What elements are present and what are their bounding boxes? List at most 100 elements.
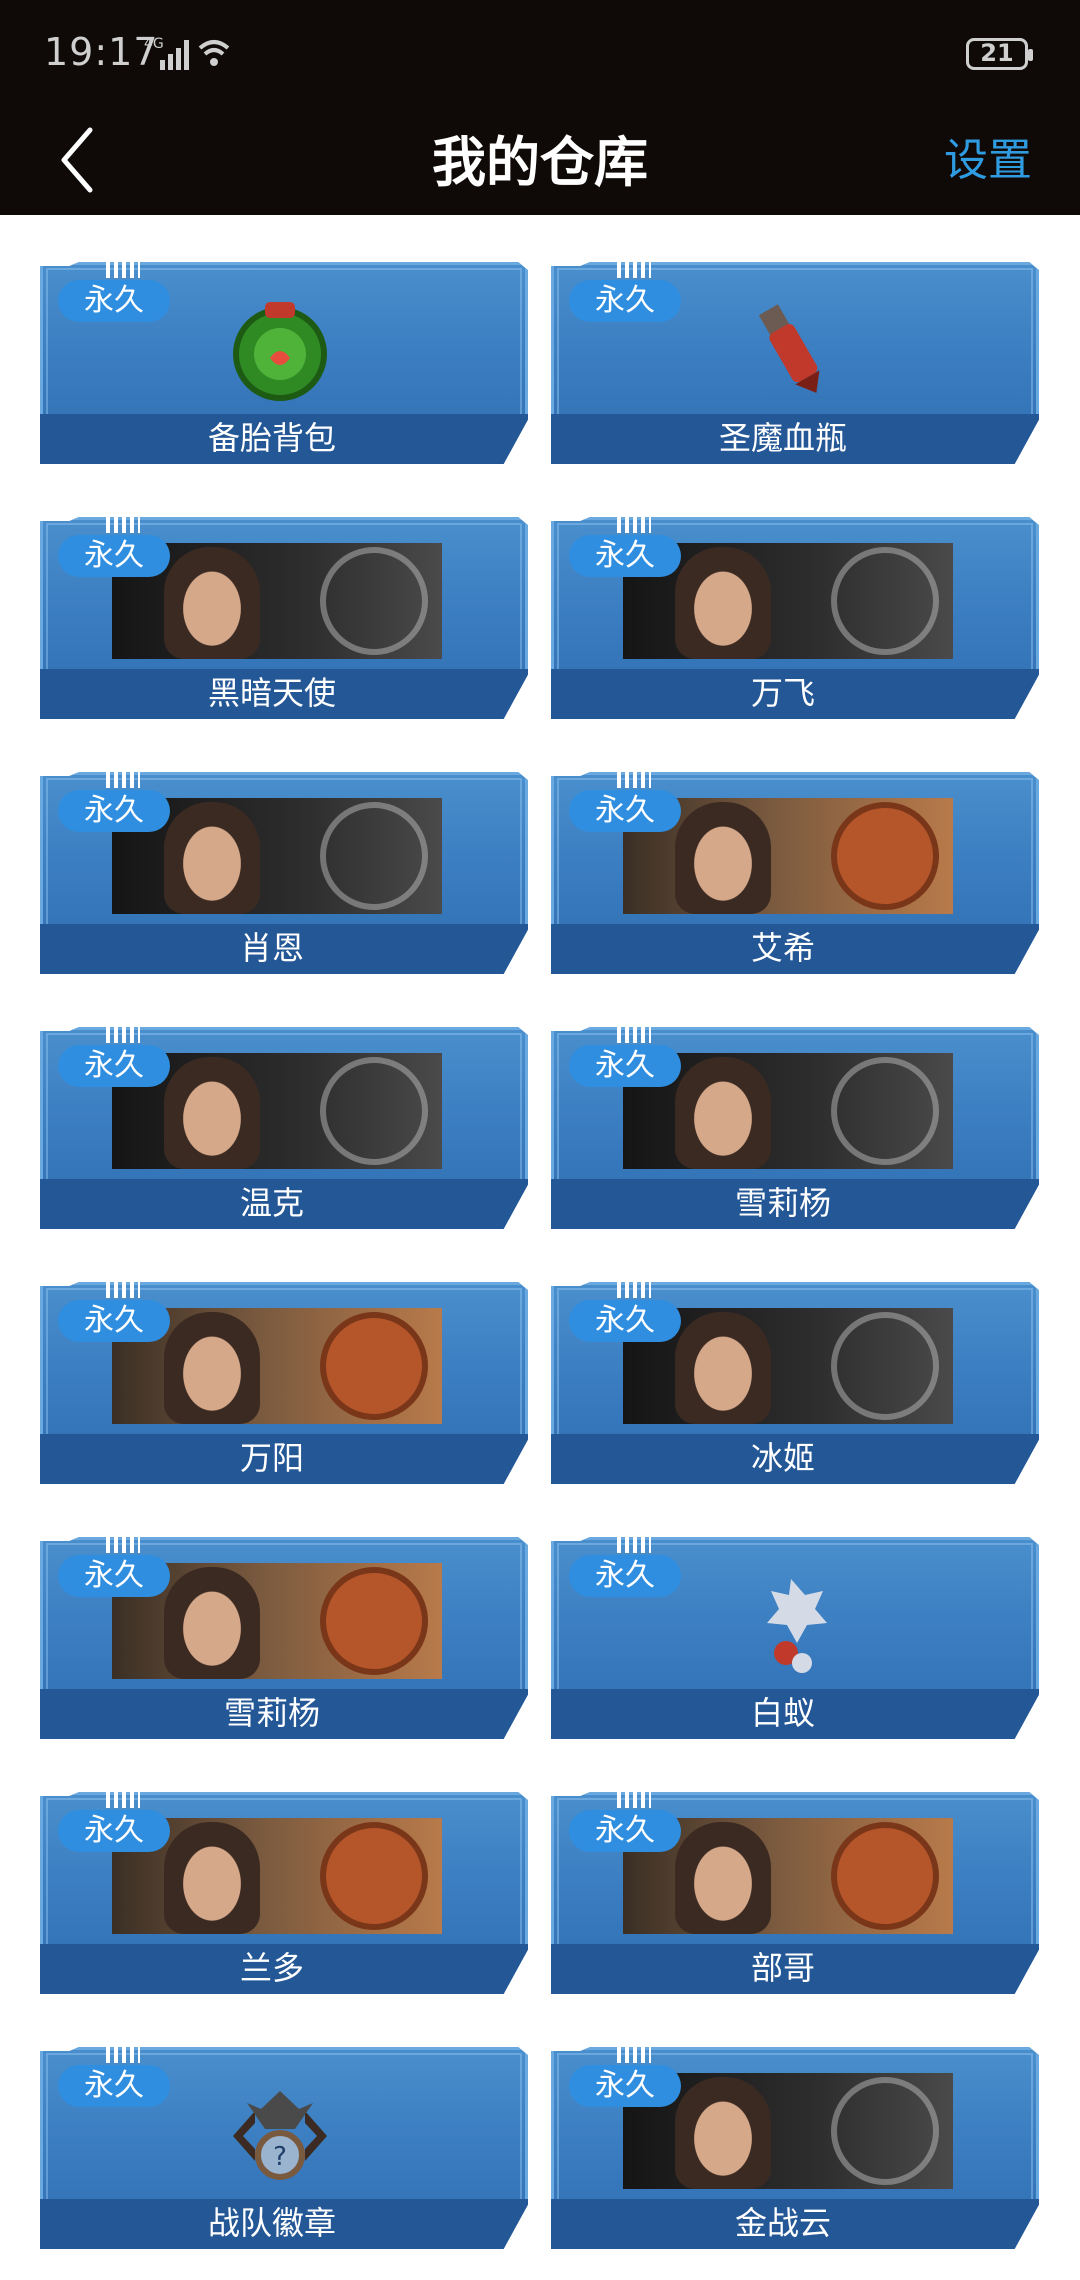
card-ticks [617, 1280, 651, 1298]
item-name: 雪莉杨 [734, 1184, 831, 1222]
permanent-badge: 永久 [58, 280, 170, 322]
permanent-badge: 永久 [569, 535, 681, 577]
inventory-card[interactable]: 永久万飞 [551, 515, 1039, 719]
permanent-badge: 永久 [58, 1810, 170, 1852]
pet-figure-icon [767, 1579, 827, 1673]
card-ticks [617, 1535, 651, 1553]
inventory-card[interactable]: 永久雪莉杨 [551, 1025, 1039, 1229]
inventory-card[interactable]: 永久黑暗天使 [40, 515, 528, 719]
inventory-card[interactable]: 永久雪莉杨 [40, 1535, 528, 1739]
card-ticks [617, 770, 651, 788]
character-face [675, 1057, 771, 1169]
character-face [164, 1822, 260, 1934]
item-name: 圣魔血瓶 [718, 419, 847, 457]
character-face [675, 802, 771, 914]
item-name: 万飞 [750, 674, 815, 712]
permanent-badge: 永久 [569, 790, 681, 832]
character-face [164, 547, 260, 659]
item-name: 冰姬 [750, 1439, 815, 1477]
card-ticks [617, 1790, 651, 1808]
rank-emblem-icon [831, 802, 939, 910]
card-ticks [106, 515, 140, 533]
battery-level: 21 [980, 39, 1014, 67]
header: 我的仓库 设置 [0, 110, 1080, 215]
page-title: 我的仓库 [432, 131, 648, 194]
item-name: 战队徽章 [207, 2204, 336, 2242]
inventory-card[interactable]: 永久备胎背包 [40, 260, 528, 464]
rank-emblem-icon [320, 1057, 428, 1165]
permanent-badge: 永久 [569, 1300, 681, 1342]
card-ticks [617, 515, 651, 533]
character-face [164, 802, 260, 914]
permanent-badge: 永久 [58, 2065, 170, 2107]
item-name: 黑暗天使 [207, 674, 336, 712]
item-name: 温克 [239, 1184, 304, 1222]
inventory-card[interactable]: 永久温克 [40, 1025, 528, 1229]
permanent-badge: 永久 [569, 1045, 681, 1087]
blood-vial-icon [758, 304, 820, 393]
rank-emblem-icon [831, 2077, 939, 2185]
rank-emblem-icon [320, 1822, 428, 1930]
signal-wifi-icon: 4G [144, 36, 230, 70]
inventory-card[interactable]: 永久白蚁 [551, 1535, 1039, 1739]
permanent-badge: 永久 [569, 280, 681, 322]
card-ticks [106, 1025, 140, 1043]
character-face [675, 1822, 771, 1934]
permanent-badge: 永久 [58, 1045, 170, 1087]
inventory-card[interactable]: 永久万阳 [40, 1280, 528, 1484]
card-ticks [617, 260, 651, 278]
permanent-badge: 永久 [569, 1810, 681, 1852]
card-ticks [106, 1790, 140, 1808]
inventory-card[interactable]: 永久冰姬 [551, 1280, 1039, 1484]
inventory-card[interactable]: 永久圣魔血瓶 [551, 260, 1039, 464]
status-bar: 19:17 4G 21 [0, 0, 1080, 110]
card-ticks [617, 2045, 651, 2063]
permanent-badge: 永久 [58, 535, 170, 577]
inventory-card[interactable]: 永久艾希 [551, 770, 1039, 974]
item-name: 兰多 [239, 1949, 304, 1987]
top-bar: 19:17 4G 21 我的仓库 设置 [0, 0, 1080, 215]
permanent-badge: 永久 [569, 1555, 681, 1597]
rank-emblem-icon [831, 1822, 939, 1930]
item-name: 金战云 [734, 2204, 831, 2242]
permanent-badge: 永久 [569, 2065, 681, 2107]
rank-emblem-icon [831, 1057, 939, 1165]
item-name: 备胎背包 [207, 419, 336, 457]
item-name: 部哥 [750, 1949, 815, 1987]
character-face [675, 1312, 771, 1424]
svg-text:?: ? [273, 2142, 287, 2172]
item-name: 肖恩 [239, 929, 304, 967]
inventory-card[interactable]: ? 永久战队徽章 [40, 2045, 528, 2249]
card-ticks [106, 260, 140, 278]
rank-emblem-icon [320, 802, 428, 910]
svg-text:4G: 4G [144, 36, 164, 52]
card-ticks [106, 2045, 140, 2063]
card-ticks [106, 1280, 140, 1298]
character-face [164, 1567, 260, 1679]
permanent-badge: 永久 [58, 790, 170, 832]
inventory-card[interactable]: 永久肖恩 [40, 770, 528, 974]
status-time: 19:17 [44, 30, 159, 74]
character-face [164, 1057, 260, 1169]
item-name: 白蚁 [750, 1694, 815, 1732]
settings-button[interactable]: 设置 [944, 124, 1032, 188]
inventory-card[interactable]: 永久金战云 [551, 2045, 1039, 2249]
character-face [164, 1312, 260, 1424]
inventory-card[interactable]: 永久部哥 [551, 1790, 1039, 1994]
rank-emblem-icon [831, 547, 939, 655]
team-badge-icon: ? [233, 2091, 327, 2180]
green-bag-icon [233, 302, 327, 401]
permanent-badge: 永久 [58, 1555, 170, 1597]
card-ticks [617, 1025, 651, 1043]
character-face [675, 547, 771, 659]
battery-icon: 21 [966, 38, 1033, 70]
card-ticks [106, 770, 140, 788]
item-name: 艾希 [750, 929, 815, 967]
inventory-card[interactable]: 永久兰多 [40, 1790, 528, 1994]
item-name: 万阳 [239, 1439, 304, 1477]
rank-emblem-icon [320, 1312, 428, 1420]
rank-emblem-icon [320, 1567, 428, 1675]
character-face [675, 2077, 771, 2189]
item-name: 雪莉杨 [223, 1694, 320, 1732]
permanent-badge: 永久 [58, 1300, 170, 1342]
